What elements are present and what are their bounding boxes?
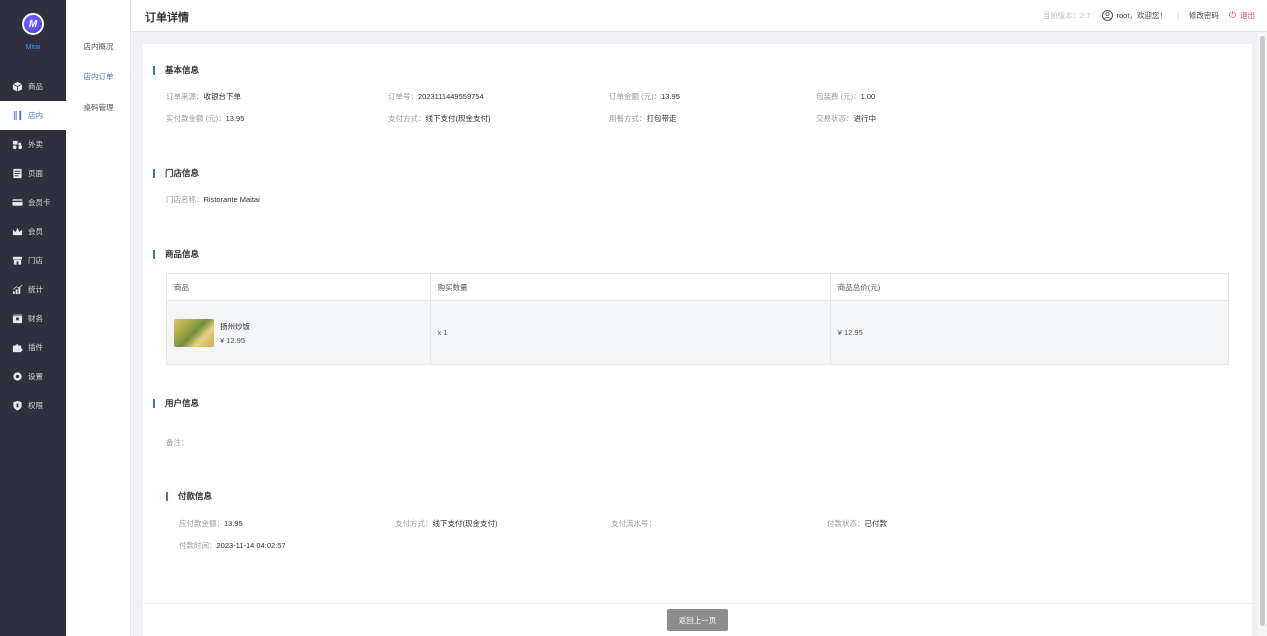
table-row: 扬州炒饭 ¥ 12.95 x 1 ¥ 12.95 bbox=[167, 301, 1228, 364]
field-remark: 备注： bbox=[166, 438, 189, 447]
page-icon bbox=[11, 168, 23, 180]
column-header-product: 商品 bbox=[167, 274, 431, 300]
cell-total: ¥ 12.95 bbox=[837, 328, 863, 337]
nav-item-plugins[interactable]: 插件 bbox=[0, 333, 66, 362]
field-order-source: 订单来源：收银台下单 bbox=[166, 92, 241, 101]
field-payment-serial: 支付流水号： bbox=[611, 519, 656, 528]
scrollbar-thumb[interactable] bbox=[1260, 36, 1265, 626]
field-order-number: 订单号：2023111449559754 bbox=[388, 92, 484, 101]
section-title-user: 用户信息 bbox=[153, 397, 199, 409]
scooter-icon bbox=[11, 139, 23, 151]
nav-item-permissions[interactable]: 权限 bbox=[0, 391, 66, 420]
field-amount-due: 应付款金额：13.95 bbox=[179, 519, 243, 528]
section-title-basic: 基本信息 bbox=[153, 64, 199, 76]
main-sidebar: M Mitai 商品 店内 外卖 页面 会员卡 会员 门店 统计 财务 插件 设… bbox=[0, 0, 66, 636]
cell-product: 扬州炒饭 ¥ 12.95 bbox=[167, 301, 431, 364]
page-scrollbar[interactable] bbox=[1258, 32, 1267, 636]
table-header: 商品 购买数量 商品总价(元) bbox=[167, 274, 1228, 301]
main-nav: 商品 店内 外卖 页面 会员卡 会员 门店 统计 财务 插件 设置 权限 bbox=[0, 72, 66, 420]
field-pay-method: 支付方式：线下支付(现金支付) bbox=[388, 114, 491, 123]
page-title: 订单详情 bbox=[145, 12, 189, 24]
nav-item-member-card[interactable]: 会员卡 bbox=[0, 188, 66, 217]
column-header-quantity: 购买数量 bbox=[431, 274, 831, 300]
field-paid-amount: 实付款金额 (元)：13.95 bbox=[166, 114, 245, 123]
product-price: ¥ 12.95 bbox=[220, 335, 246, 345]
welcome-text: root，欢迎您！ bbox=[1116, 11, 1167, 20]
user-icon bbox=[1102, 10, 1114, 21]
section-title-products: 商品信息 bbox=[153, 248, 199, 260]
field-dining-method: 用餐方式：打包带走 bbox=[609, 114, 677, 123]
nav-item-finance[interactable]: 财务 bbox=[0, 304, 66, 333]
cell-quantity: x 1 bbox=[431, 301, 831, 364]
brand-name: Mitai bbox=[25, 44, 41, 51]
field-payment-status: 付款状态：已付款 bbox=[827, 519, 887, 528]
section-title-payment: 付款信息 bbox=[166, 490, 212, 502]
submenu-item-table-codes[interactable]: 桌码管理 bbox=[66, 102, 131, 113]
card-icon bbox=[11, 197, 23, 209]
top-header: 订单详情 当前版本：2.7 root，欢迎您！ | 修改密码 ⏻ 退出 bbox=[131, 0, 1267, 32]
nav-item-statistics[interactable]: 统计 bbox=[0, 275, 66, 304]
header-separator: | bbox=[1176, 11, 1179, 20]
field-payment-method: 支付方式：线下支付(现金支付) bbox=[395, 519, 498, 528]
order-detail-card: 基本信息 订单来源：收银台下单 订单号：2023111449559754 订单金… bbox=[143, 44, 1252, 636]
nav-item-takeout[interactable]: 外卖 bbox=[0, 130, 66, 159]
section-title-store: 门店信息 bbox=[153, 167, 199, 179]
column-header-total: 商品总价(元) bbox=[837, 282, 881, 292]
header-actions: 当前版本：2.7 root，欢迎您！ | 修改密码 ⏻ 退出 bbox=[1043, 10, 1255, 21]
field-packing-fee: 包装费 (元)：1.00 bbox=[816, 92, 876, 101]
logout-button[interactable]: ⏻ 退出 bbox=[1229, 10, 1255, 21]
nav-item-members[interactable]: 会员 bbox=[0, 217, 66, 246]
field-payment-time: 付款时间：2023-11-14 04:02:57 bbox=[179, 541, 286, 550]
nav-item-products[interactable]: 商品 bbox=[0, 72, 66, 101]
finance-icon bbox=[11, 313, 23, 325]
field-order-amount: 订单金额 (元)：13.95 bbox=[609, 92, 680, 101]
chart-icon bbox=[11, 284, 23, 296]
sub-menu: 店内概况 店内订单 桌码管理 bbox=[66, 0, 131, 636]
product-image bbox=[174, 318, 214, 347]
field-trade-status: 交易状态：进行中 bbox=[816, 114, 876, 123]
box-icon bbox=[11, 81, 23, 93]
shield-icon bbox=[11, 400, 23, 412]
submenu-item-overview[interactable]: 店内概况 bbox=[66, 41, 131, 52]
gear-icon bbox=[11, 371, 23, 383]
brand-logo[interactable]: M bbox=[22, 13, 44, 35]
field-store-name: 门店名称：Ristorante Maitai bbox=[166, 195, 260, 204]
back-button[interactable]: 返回上一页 bbox=[667, 609, 728, 631]
cutlery-icon bbox=[11, 110, 23, 122]
change-password-link[interactable]: 修改密码 bbox=[1189, 10, 1219, 21]
puzzle-icon bbox=[11, 342, 23, 354]
store-icon bbox=[11, 255, 23, 267]
version-text: 当前版本：2.7 bbox=[1042, 11, 1091, 20]
submenu-item-orders[interactable]: 店内订单 bbox=[66, 71, 131, 82]
nav-item-settings[interactable]: 设置 bbox=[0, 362, 66, 391]
product-name: 扬州炒饭 bbox=[220, 321, 250, 331]
nav-item-pages[interactable]: 页面 bbox=[0, 159, 66, 188]
power-icon: ⏻ bbox=[1228, 10, 1236, 20]
crown-icon bbox=[11, 226, 23, 238]
footer-divider bbox=[143, 603, 1252, 604]
product-table: 商品 购买数量 商品总价(元) 扬州炒饭 ¥ 12.95 x 1 ¥ 12.95 bbox=[166, 273, 1229, 365]
nav-item-stores[interactable]: 门店 bbox=[0, 246, 66, 275]
nav-item-in-store[interactable]: 店内 bbox=[0, 101, 66, 130]
